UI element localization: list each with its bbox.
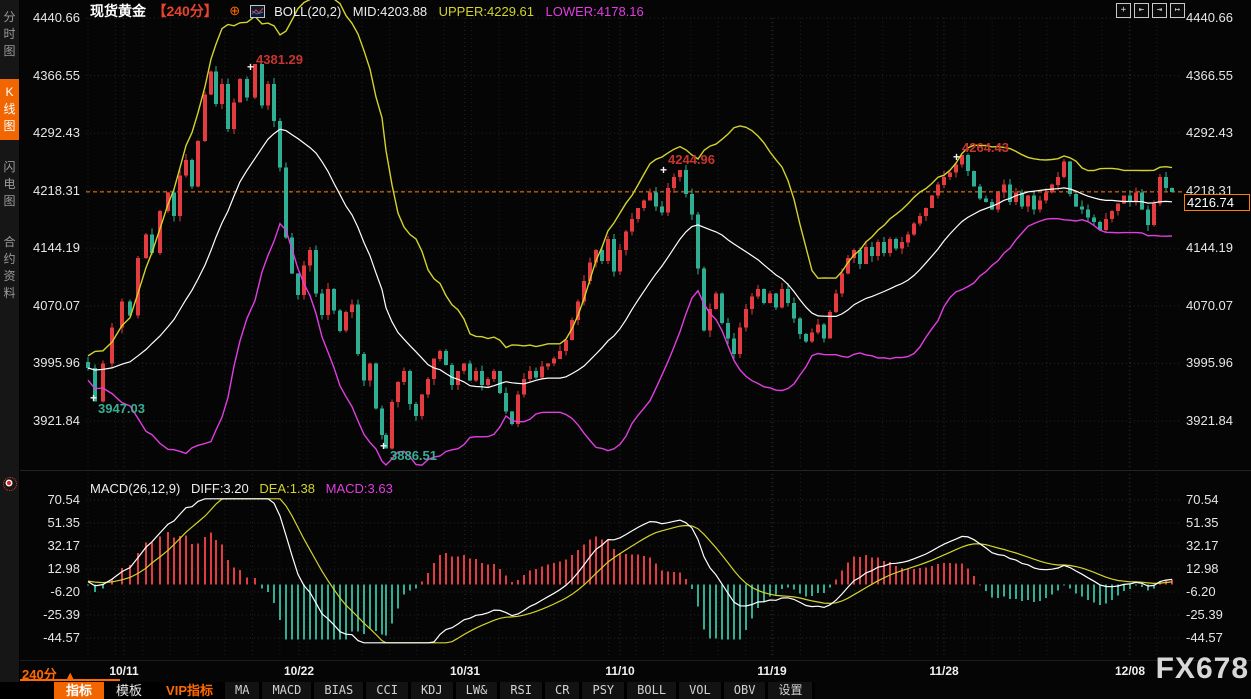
- axis-label: 3921.84: [18, 414, 80, 427]
- axis-label: -25.39: [18, 608, 80, 621]
- indicator-button-bias[interactable]: BIAS: [314, 682, 363, 699]
- sidebar: 分 时 图 K 线 图闪 电 图合 约 资 料: [0, 0, 20, 682]
- axis-label: 12.98: [18, 562, 80, 575]
- axis-label: -6.20: [18, 585, 80, 598]
- indicator-button-ma[interactable]: MA: [225, 682, 259, 699]
- extreme-marker-icon: +: [247, 62, 254, 72]
- axis-label: -25.39: [1186, 608, 1223, 621]
- axis-label: 70.54: [1186, 493, 1219, 506]
- indicator-button-boll[interactable]: BOLL: [627, 682, 676, 699]
- axis-label: 4070.07: [1186, 299, 1233, 312]
- boll-upper-value: UPPER:4229.61: [439, 4, 534, 19]
- window-toolbar: +⇤⇥↦: [1116, 3, 1185, 18]
- axis-label: 4144.19: [1186, 241, 1233, 254]
- date-label: 11/19: [757, 664, 786, 678]
- toolbar-tab-2[interactable]: VIP指标: [154, 682, 225, 699]
- axis-label: 4440.66: [18, 11, 80, 24]
- sidebar-item-0[interactable]: 分 时 图: [0, 4, 19, 65]
- axis-label: 4144.19: [18, 241, 80, 254]
- crosshair-move-icon[interactable]: +: [1116, 3, 1131, 18]
- macd-bar-value: MACD:3.63: [326, 481, 393, 496]
- indicator-button-lw[interactable]: LW&: [456, 682, 498, 699]
- date-label: 12/08: [1115, 664, 1145, 678]
- date-label: 11/28: [929, 664, 958, 678]
- indicator-button-rsi[interactable]: RSI: [500, 682, 542, 699]
- high-price-annotation: 4381.29: [256, 52, 303, 67]
- axis-label: -44.57: [1186, 631, 1223, 644]
- date-label: 10/22: [284, 664, 314, 678]
- macd-formula: MACD(26,12,9): [90, 481, 180, 496]
- extreme-marker-icon: +: [380, 441, 387, 451]
- macd-dea-value: DEA:1.38: [259, 481, 315, 496]
- live-indicator-icon: [3, 477, 17, 491]
- indicator-button-cr[interactable]: CR: [545, 682, 579, 699]
- chart-canvas[interactable]: [0, 0, 1251, 662]
- indicator-button-vol[interactable]: VOL: [679, 682, 721, 699]
- axis-label: 3995.96: [1186, 356, 1233, 369]
- trading-app: 分 时 图 K 线 图闪 电 图合 约 资 料 现货黄金 【240分】 ⊕ BOL…: [0, 0, 1251, 699]
- axis-label: 51.35: [1186, 516, 1219, 529]
- period-label: 【240分】: [152, 3, 217, 19]
- indicator-button-cci[interactable]: CCI: [366, 682, 408, 699]
- indicator-button-macd[interactable]: MACD: [262, 682, 311, 699]
- timeframe-underline: [14, 679, 120, 681]
- date-label: 10/11: [109, 664, 138, 678]
- axis-label: 4292.43: [1186, 126, 1233, 139]
- low-price-annotation: 3947.03: [98, 401, 145, 416]
- axis-label: 4440.66: [1186, 11, 1233, 24]
- date-label: 10/31: [450, 664, 480, 678]
- low-price-annotation: 3886.51: [390, 448, 437, 463]
- add-indicator-icon[interactable]: ⊕: [229, 3, 240, 19]
- extreme-marker-icon: +: [660, 165, 667, 175]
- current-price-tag: 4216.74: [1184, 194, 1250, 211]
- scale-right-icon[interactable]: ⇥: [1152, 3, 1167, 18]
- macd-header: MACD(26,12,9) DIFF:3.20 DEA:1.38 MACD:3.…: [90, 481, 400, 496]
- boll-mid-value: MID:4203.88: [353, 4, 427, 19]
- high-price-annotation: 4244.96: [668, 152, 715, 167]
- extreme-marker-icon: +: [90, 393, 97, 403]
- high-price-annotation: 4264.43: [962, 140, 1009, 155]
- axis-label: 70.54: [18, 493, 80, 506]
- axis-label: 3995.96: [18, 356, 80, 369]
- axis-label: 12.98: [1186, 562, 1219, 575]
- extreme-marker-icon: +: [953, 152, 960, 162]
- axis-label: 51.35: [18, 516, 80, 529]
- sidebar-item-3[interactable]: 合 约 资 料: [0, 229, 19, 307]
- axis-label: 4366.55: [1186, 69, 1233, 82]
- toolbar-tab-0[interactable]: 指标: [54, 682, 104, 699]
- axis-label: -44.57: [18, 631, 80, 644]
- indicator-button-[interactable]: 设置: [768, 682, 812, 699]
- indicator-button-psy[interactable]: PSY: [582, 682, 624, 699]
- toolbar-tab-1[interactable]: 模板: [104, 682, 154, 699]
- sidebar-item-1[interactable]: K 线 图: [0, 79, 19, 140]
- axis-label: 4070.07: [18, 299, 80, 312]
- sidebar-item-2[interactable]: 闪 电 图: [0, 154, 19, 215]
- axis-label: 3921.84: [1186, 414, 1233, 427]
- bottom-toolbar: 指标模板VIP指标MAMACDBIASCCIKDJLW&RSICRPSYBOLL…: [0, 682, 815, 699]
- axis-label: 32.17: [1186, 539, 1219, 552]
- x-axis: 240分▲ 10/1110/2210/3111/1011/1911/2812/0…: [0, 662, 1251, 681]
- axis-label: 4292.43: [18, 126, 80, 139]
- axis-label: 32.17: [18, 539, 80, 552]
- axis-label: 4218.31: [18, 184, 80, 197]
- date-label: 11/10: [605, 664, 634, 678]
- chart-header: 现货黄金 【240分】 ⊕ BOLL(20,2) MID:4203.88 UPP…: [90, 3, 651, 20]
- shift-right-icon[interactable]: ↦: [1170, 3, 1185, 18]
- kline-chart-icon[interactable]: [250, 5, 265, 18]
- macd-diff-value: DIFF:3.20: [191, 481, 249, 496]
- axis-label: -6.20: [1186, 585, 1216, 598]
- indicator-button-kdj[interactable]: KDJ: [411, 682, 453, 699]
- scale-left-icon[interactable]: ⇤: [1134, 3, 1149, 18]
- indicator-button-obv[interactable]: OBV: [724, 682, 766, 699]
- axis-label: 4366.55: [18, 69, 80, 82]
- symbol-name: 现货黄金: [90, 3, 146, 19]
- boll-formula: BOLL(20,2): [274, 4, 341, 19]
- boll-lower-value: LOWER:4178.16: [545, 4, 643, 19]
